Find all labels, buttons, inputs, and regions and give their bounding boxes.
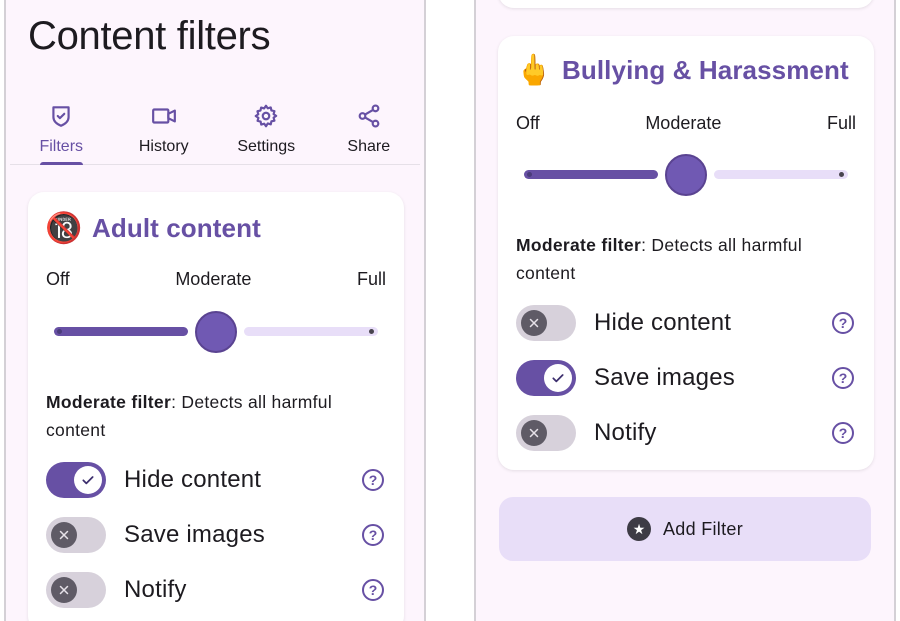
option-label: Save images: [594, 364, 735, 391]
save-images-switch[interactable]: [516, 360, 576, 396]
slider-track-inactive: [714, 170, 848, 179]
page-title: Content filters: [28, 14, 271, 58]
help-icon[interactable]: ?: [832, 422, 854, 444]
notify-switch[interactable]: [46, 572, 106, 608]
slider-label-moderate: Moderate: [645, 113, 722, 133]
description-bold: Moderate filter: [46, 392, 172, 412]
slider-track-active: [54, 327, 188, 336]
filter-card-adult: 🔞 Adult content Off Moderate Full Modera…: [28, 192, 404, 621]
slider-label-full: Full: [826, 113, 856, 133]
right-screen: 🖕 Bullying & Harassment Off Moderate Ful…: [474, 0, 896, 621]
close-icon: [59, 585, 69, 595]
help-icon[interactable]: ?: [832, 312, 854, 334]
tab-bar: Filters History Settings Share: [10, 100, 420, 165]
gear-icon: [254, 104, 278, 128]
video-camera-icon: [151, 108, 176, 124]
filter-level-slider[interactable]: [54, 308, 378, 356]
star-icon: ★: [626, 517, 651, 541]
slider-thumb[interactable]: [665, 154, 707, 196]
slider-stop-dot: [57, 329, 62, 334]
slider-stop-dot: [839, 172, 844, 177]
slider-track-inactive: [244, 327, 378, 336]
option-row-save-images: Save images ?: [46, 515, 386, 555]
slider-stop-dot: [527, 172, 532, 177]
description-bold: Moderate filter: [516, 235, 642, 255]
left-screen: Content filters Filters History Settings: [4, 0, 426, 621]
switch-knob: [521, 310, 547, 336]
switch-knob: [51, 577, 77, 603]
slider-thumb[interactable]: [195, 311, 237, 353]
slider-label-full: Full: [356, 269, 386, 289]
card-title: Adult content: [92, 212, 261, 243]
shield-check-icon: [52, 106, 70, 127]
help-icon[interactable]: ?: [832, 367, 854, 389]
option-row-hide-content: Hide content ?: [46, 460, 386, 500]
slider-label-moderate: Moderate: [175, 269, 252, 289]
filter-description: Moderate filter: Detects all harmful con…: [46, 388, 386, 444]
hide-content-switch[interactable]: [516, 305, 576, 341]
card-title: Bullying & Harassment: [562, 54, 849, 85]
previous-card-bottom: [498, 0, 874, 8]
option-label: Hide content: [594, 309, 732, 336]
check-icon: [552, 374, 564, 383]
close-icon: [529, 318, 539, 328]
share-icon: [358, 104, 380, 128]
tab-label: Filters: [39, 138, 84, 155]
help-icon[interactable]: ?: [362, 524, 384, 546]
option-row-hide-content: Hide content ?: [516, 303, 856, 343]
tab-share[interactable]: Share: [318, 100, 421, 164]
card-header: 🖕 Bullying & Harassment: [515, 52, 849, 88]
option-label: Hide content: [124, 466, 262, 493]
option-row-save-images: Save images ?: [516, 358, 856, 398]
slider-labels: Off Moderate Full: [516, 113, 856, 134]
tab-label: Share: [347, 138, 391, 155]
add-filter-button[interactable]: ★ Add Filter: [499, 497, 871, 561]
slider-track-active: [524, 170, 658, 179]
filter-card-bullying: 🖕 Bullying & Harassment Off Moderate Ful…: [498, 36, 874, 470]
filter-level-slider[interactable]: [524, 151, 848, 199]
option-label: Notify: [594, 419, 657, 446]
check-icon: [82, 476, 94, 485]
switch-knob: [74, 466, 102, 494]
notify-switch[interactable]: [516, 415, 576, 451]
tab-settings[interactable]: Settings: [215, 100, 318, 164]
no-under-18-icon: 🔞: [45, 211, 83, 245]
help-icon[interactable]: ?: [362, 469, 384, 491]
help-icon[interactable]: ?: [362, 579, 384, 601]
save-images-switch[interactable]: [46, 517, 106, 553]
option-row-notify: Notify ?: [516, 413, 856, 453]
card-header: 🔞 Adult content: [45, 210, 261, 246]
tab-label: Settings: [237, 138, 296, 155]
active-tab-indicator: [40, 162, 83, 165]
filter-description: Moderate filter: Detects all harmful con…: [516, 231, 856, 287]
switch-knob: [521, 420, 547, 446]
option-label: Notify: [124, 576, 187, 603]
switch-knob: [51, 522, 77, 548]
close-icon: [529, 428, 539, 438]
tab-filters[interactable]: Filters: [10, 100, 113, 165]
slider-label-off: Off: [46, 269, 70, 289]
option-label: Save images: [124, 521, 265, 548]
slider-stop-dot: [369, 329, 374, 334]
middle-finger-icon: 🖕: [515, 53, 553, 87]
slider-labels: Off Moderate Full: [46, 269, 386, 290]
close-icon: [59, 530, 69, 540]
tab-history[interactable]: History: [113, 100, 216, 164]
slider-label-off: Off: [516, 113, 540, 133]
add-filter-label: Add Filter: [662, 518, 744, 539]
option-row-notify: Notify ?: [46, 570, 386, 610]
switch-knob: [544, 364, 572, 392]
tab-label: History: [138, 138, 189, 155]
hide-content-switch[interactable]: [46, 462, 106, 498]
